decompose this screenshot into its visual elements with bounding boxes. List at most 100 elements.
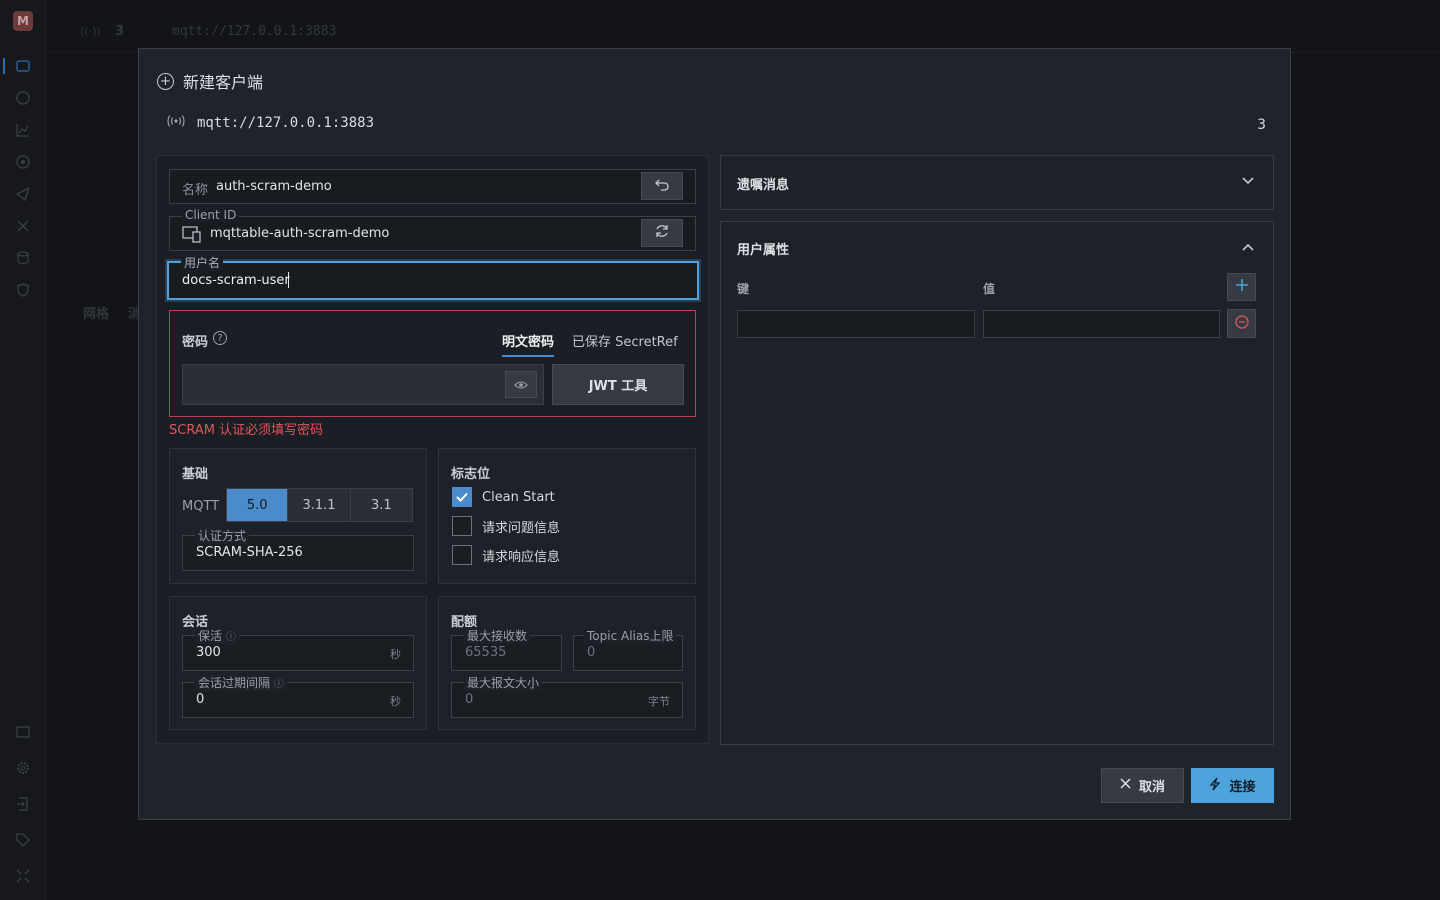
password-label: 密码: [182, 335, 209, 350]
import-icon[interactable]: [15, 796, 31, 812]
auth-method-value: SCRAM-SHA-256: [196, 545, 303, 560]
keepalive-unit: 秒: [390, 648, 401, 661]
refresh-icon: [655, 224, 669, 242]
request-response-info-checkbox[interactable]: 请求响应信息: [452, 545, 560, 565]
username-field[interactable]: 用户名 docs-scram-user: [167, 254, 699, 300]
keepalive-field[interactable]: 保活 ⓘ 300 秒: [182, 627, 414, 671]
password-input[interactable]: [182, 364, 544, 405]
request-problem-info-checkbox[interactable]: 请求问题信息: [452, 516, 560, 536]
auth-method-field[interactable]: 认证方式 SCRAM-SHA-256: [182, 527, 414, 571]
user-properties-title: 用户属性: [737, 243, 790, 258]
tools-icon[interactable]: [15, 218, 31, 234]
tab-saved-secretref[interactable]: 已保存 SecretRef: [572, 331, 678, 350]
name-label: 名称: [182, 183, 209, 198]
play-icon[interactable]: [15, 90, 31, 106]
topic-alias-label: Topic Alias上限: [584, 627, 677, 644]
clients-icon[interactable]: [15, 58, 31, 74]
add-property-button[interactable]: [1227, 273, 1256, 301]
request-response-info-label: 请求响应信息: [482, 549, 561, 565]
app-logo: M: [13, 11, 33, 31]
app-topbar: ((·)) 3 mqtt://127.0.0.1:3883: [62, 16, 1440, 50]
keepalive-value: 300: [196, 645, 221, 660]
max-packet-size-field[interactable]: 最大报文大小 0 字节: [451, 674, 683, 718]
name-field[interactable]: 名称 auth-scram-demo: [169, 169, 696, 204]
version-5-0[interactable]: 5.0: [227, 489, 289, 521]
checkbox-unchecked-icon[interactable]: [452, 545, 472, 565]
chevron-up-icon[interactable]: [1241, 241, 1255, 256]
terminal-icon[interactable]: [15, 724, 31, 740]
tab-plain-password[interactable]: 明文密码: [502, 331, 555, 357]
max-packet-size-unit: 字节: [648, 695, 670, 708]
send-icon[interactable]: [15, 186, 31, 202]
help-icon[interactable]: ?: [213, 331, 227, 345]
connection-settings-panel: 名称 auth-scram-demo Client ID mqttable-au…: [156, 155, 709, 744]
basic-card: 基础 MQTT 5.0 3.1.1 3.1 认证方式 SCRAM-SHA-256: [169, 448, 427, 584]
target-icon[interactable]: [15, 154, 31, 170]
session-expiry-label: 会话过期间隔 ⓘ: [195, 674, 287, 691]
version-3-1[interactable]: 3.1: [350, 489, 412, 521]
help-icon: ⓘ: [273, 679, 284, 690]
version-3-1-1[interactable]: 3.1.1: [288, 489, 351, 521]
dialog-title: + 新建客户端: [157, 69, 263, 93]
receive-max-field[interactable]: 最大接收数 65535: [451, 627, 562, 671]
request-problem-info-label: 请求问题信息: [482, 520, 561, 536]
close-icon: [1120, 778, 1131, 793]
auth-method-label: 认证方式: [195, 527, 250, 544]
topic-alias-field[interactable]: Topic Alias上限 0: [573, 627, 683, 671]
sidebar-active-indicator: [3, 58, 5, 74]
topbar-count: 3: [115, 24, 125, 39]
session-card: 会话 保活 ⓘ 300 秒 会话过期间隔 ⓘ 0 秒: [169, 596, 427, 730]
flags-title: 标志位: [451, 467, 491, 482]
session-expiry-field[interactable]: 会话过期间隔 ⓘ 0 秒: [182, 674, 414, 718]
client-id-value: mqttable-auth-scram-demo: [210, 226, 390, 241]
username-value: docs-scram-user: [182, 273, 290, 288]
client-id-label: Client ID: [182, 208, 240, 222]
password-error-message: SCRAM 认证必须填写密码: [169, 423, 324, 438]
help-icon: ⓘ: [225, 632, 236, 643]
session-expiry-value: 0: [196, 692, 205, 707]
property-value-input[interactable]: [983, 310, 1220, 338]
clean-start-label: Clean Start: [482, 489, 555, 505]
client-id-field[interactable]: Client ID mqttable-auth-scram-demo: [169, 208, 696, 251]
password-section: 密码 ? 明文密码 已保存 SecretRef JWT 工具: [169, 310, 696, 417]
checkbox-checked-icon[interactable]: [452, 487, 472, 507]
gear-icon[interactable]: [15, 760, 31, 776]
broker-url: mqtt://127.0.0.1:3883: [165, 114, 374, 132]
checkbox-unchecked-icon[interactable]: [452, 516, 472, 536]
shield-icon[interactable]: [15, 282, 31, 298]
remove-property-button[interactable]: [1227, 309, 1256, 338]
will-message-section[interactable]: 遗嘱消息: [720, 155, 1274, 210]
max-packet-size-label: 最大报文大小: [464, 674, 543, 691]
add-circle-icon: +: [157, 72, 174, 90]
chevron-down-icon[interactable]: [1241, 175, 1255, 190]
name-value: auth-scram-demo: [216, 179, 332, 194]
connection-icon: ((·)): [80, 25, 101, 38]
reset-name-button[interactable]: [641, 172, 683, 200]
collapse-icon[interactable]: [15, 868, 31, 884]
dialog-title-text: 新建客户端: [183, 73, 264, 92]
regenerate-client-id-button[interactable]: [641, 219, 683, 247]
mqtt-version-selector: 5.0 3.1.1 3.1: [226, 488, 413, 522]
quota-card: 配额 最大接收数 65535 Topic Alias上限 0 最大报文大小 0 …: [438, 596, 696, 730]
chart-icon[interactable]: [15, 122, 31, 138]
lightning-icon: [1209, 777, 1221, 795]
app-sidebar: M: [0, 0, 46, 900]
jwt-tool-button[interactable]: JWT 工具: [552, 364, 684, 405]
connect-button[interactable]: 连接: [1191, 768, 1274, 803]
receive-max-placeholder: 65535: [465, 645, 507, 660]
flags-card: 标志位 Clean Start 请求问题信息 请求响应信息: [438, 448, 696, 584]
user-properties-section: 用户属性 键 值: [720, 221, 1274, 745]
eye-icon[interactable]: [505, 371, 537, 398]
tag-icon[interactable]: [15, 832, 31, 848]
key-column-header: 键: [737, 282, 750, 296]
property-key-input[interactable]: [737, 310, 975, 338]
minus-circle-icon: [1234, 314, 1249, 333]
username-label: 用户名: [181, 254, 224, 271]
device-icon: [182, 225, 202, 247]
keepalive-label: 保活 ⓘ: [195, 627, 239, 644]
clean-start-checkbox[interactable]: Clean Start: [452, 487, 555, 507]
basic-title: 基础: [182, 467, 209, 482]
session-expiry-unit: 秒: [390, 695, 401, 708]
cancel-button[interactable]: 取消: [1101, 768, 1184, 803]
database-icon[interactable]: [15, 250, 31, 266]
